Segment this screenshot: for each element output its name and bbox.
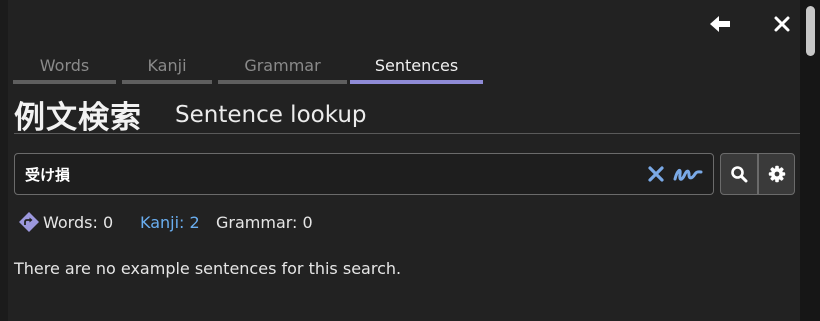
page-title-english: Sentence lookup [175, 102, 367, 128]
search-button[interactable] [720, 153, 758, 195]
grammar-count: Grammar: 0 [216, 213, 313, 232]
tab-words[interactable]: Words [13, 54, 116, 84]
page-title-japanese: 例文検索 [14, 100, 142, 136]
magnifier-icon [731, 166, 748, 183]
tab-sentences[interactable]: Sentences [350, 54, 483, 84]
scrollbar-thumb[interactable] [806, 6, 815, 56]
search-box [14, 153, 714, 195]
gear-icon [768, 165, 785, 183]
handwriting-button[interactable] [672, 162, 704, 186]
no-results-message: There are no example sentences for this … [14, 259, 402, 278]
words-count: Words: 0 [43, 213, 114, 232]
handwriting-icon [673, 168, 703, 181]
clear-x-icon [648, 166, 664, 182]
title-divider [14, 133, 800, 134]
kanji-count-link[interactable]: Kanji: 2 [140, 213, 200, 232]
tab-kanji[interactable]: Kanji [122, 54, 212, 84]
tab-grammar[interactable]: Grammar [218, 54, 347, 84]
clear-search-button[interactable] [646, 164, 666, 184]
close-button[interactable] [768, 10, 796, 38]
arrow-left-icon [710, 16, 730, 32]
close-icon [774, 16, 790, 32]
back-button[interactable] [706, 10, 734, 38]
left-edge [0, 0, 8, 321]
settings-button[interactable] [758, 153, 795, 195]
search-input[interactable] [25, 163, 635, 185]
diamond-redirect-icon [19, 212, 39, 232]
